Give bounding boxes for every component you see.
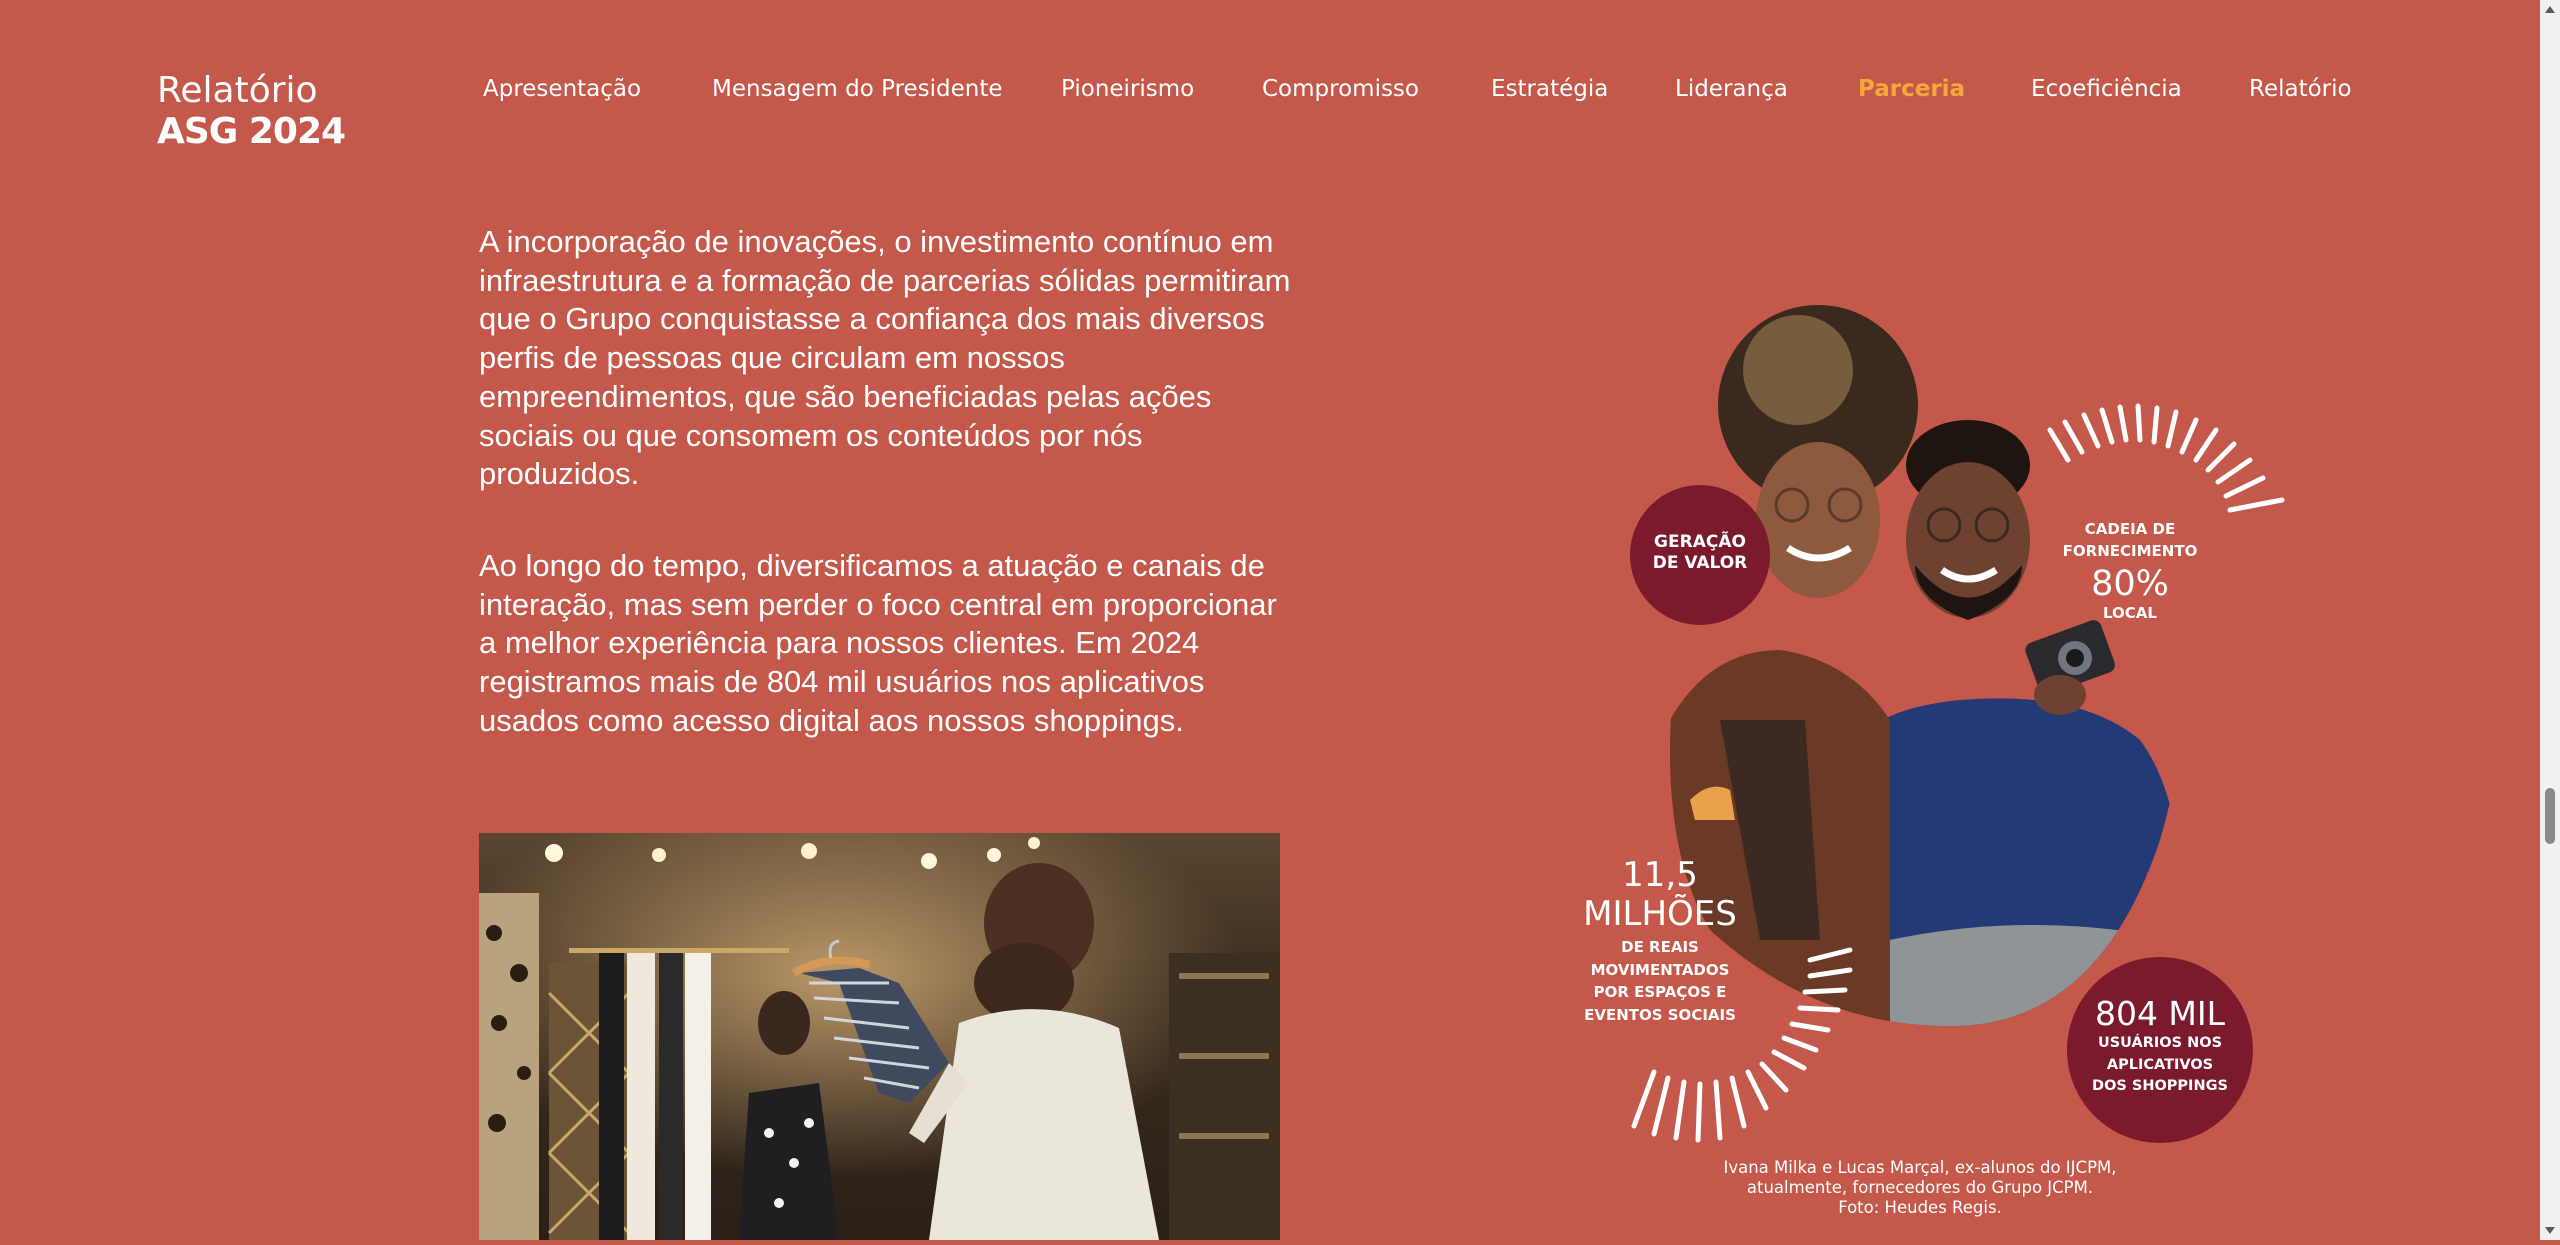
photo-caption: Ivana Milka e Lucas Marçal, ex-alunos do… — [1723, 1158, 2117, 1217]
infographic: GERAÇÃO DE VALOR CADEIA DE FORNECIMENTO … — [1560, 300, 2320, 1240]
geracao-label: GERAÇÃO DE VALOR — [1652, 532, 1748, 573]
infographic-graphic — [1630, 305, 2285, 1143]
nav-item-apresentacao[interactable]: Apresentação — [483, 76, 641, 102]
paragraph-atuacao: Ao longo do tempo, diversificamos a atua… — [479, 548, 1277, 738]
man-face — [1906, 462, 2030, 618]
nav-item-parceria[interactable]: Parceria — [1858, 76, 1965, 102]
nav-item-mensagem-do-presidente[interactable]: Mensagem do Presidente — [712, 76, 1003, 102]
main-nav: Apresentação Mensagem do Presidente Pion… — [0, 76, 2560, 116]
woman-face — [1756, 442, 1880, 598]
scroll-down-arrow-icon[interactable] — [2545, 1227, 2555, 1234]
nav-item-estrategia[interactable]: Estratégia — [1491, 76, 1608, 102]
scroll-up-arrow-icon[interactable] — [2545, 6, 2555, 13]
cadeia-stat: CADEIA DE FORNECIMENTO 80% LOCAL — [2062, 520, 2198, 622]
usuarios-stat: 804 MIL USUÁRIOS NOS APLICATIVOS DOS SHO… — [2092, 994, 2228, 1095]
milhoes-stat: 11,5 MILHÕES DE REAIS MOVIMENTADOS POR E… — [1583, 855, 1737, 1024]
page-scrollbar[interactable] — [2540, 0, 2560, 1240]
store-photo — [479, 833, 1280, 1240]
nav-item-ecoeficiencia[interactable]: Ecoeficiência — [2031, 76, 2182, 102]
logo-line-2: ASG 2024 — [157, 111, 346, 153]
paragraph-inovacoes: A incorporação de inovações, o investime… — [479, 224, 1291, 492]
nav-item-compromisso[interactable]: Compromisso — [1262, 76, 1419, 102]
nav-item-relatorio[interactable]: Relatório — [2249, 76, 2352, 102]
scrollbar-thumb[interactable] — [2545, 788, 2555, 844]
nav-item-lideranca[interactable]: Liderança — [1675, 76, 1788, 102]
nav-item-pioneirismo[interactable]: Pioneirismo — [1061, 76, 1194, 102]
